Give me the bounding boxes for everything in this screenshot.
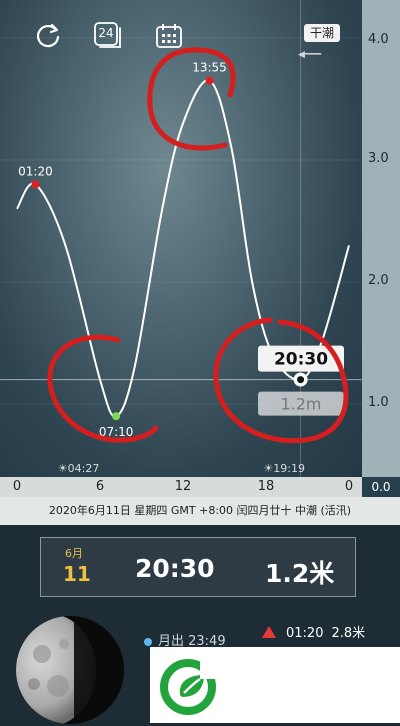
refresh-icon[interactable] [34, 22, 62, 50]
y-tick-label: 3.0 [368, 151, 389, 166]
tide-app: 01:20 07:10 13:55 20:30 1.2m ☀04:27 ☀19:19 24 [0, 0, 400, 726]
date-info-bar: 2020年6月11日 星期四 GMT +8:00 闰四月廿十 中潮 (活汛) [0, 497, 400, 525]
annotation-circle [213, 317, 349, 444]
tide-type-badge[interactable]: 干潮 [304, 24, 341, 42]
high-tide-item: 01:20 2.8米 [262, 622, 365, 641]
info-height: 1.2米 [265, 559, 335, 588]
x-tick-label: 12 [174, 479, 192, 494]
calendar-icon[interactable] [155, 22, 183, 50]
y-tick-label: 2.0 [368, 273, 389, 288]
x-tick-label: 0 [12, 479, 22, 494]
day24-button[interactable]: 24 [94, 22, 122, 50]
cursor-time-label: 20:30 [274, 350, 328, 370]
info-time: 20:30 [135, 554, 215, 583]
day24-label: 24 [98, 26, 114, 40]
cursor-point-inner [297, 376, 305, 384]
logo-overlay [150, 647, 400, 723]
green-leaf-logo-icon [160, 659, 216, 715]
high-tide-height: 2.8米 [331, 626, 366, 641]
x-axis: 0 6 12 18 0 [0, 477, 362, 497]
y-tick-label: 0.0 [362, 477, 400, 497]
tide-chart[interactable]: 01:2007:1013:5520:301.2m☀04:27 ☀19:19 [0, 0, 362, 477]
sunrise-label: ☀04:27 [58, 462, 100, 475]
x-tick-label: 0 [344, 479, 354, 494]
sunset-label: ☀19:19 [263, 462, 305, 475]
extreme-marker [205, 76, 214, 85]
y-axis: 4.0 3.0 2.0 1.0 [362, 0, 400, 477]
current-tide-box: 6月 11 20:30 1.2米 [40, 537, 356, 597]
y-tick-label: 1.0 [368, 395, 389, 410]
moonrise-dot [144, 637, 152, 646]
extreme-marker [112, 412, 121, 421]
cursor-height-label: 1.2m [280, 395, 321, 414]
x-tick-label: 6 [95, 479, 105, 494]
moon-phase-icon [14, 614, 126, 726]
toolbar: 24 干潮 ◀━━━ [0, 0, 362, 70]
high-tide-icon [262, 626, 276, 638]
info-month: 6月 [65, 547, 83, 560]
extreme-time-label: 01:20 [18, 164, 53, 178]
x-tick-label: 18 [257, 479, 275, 494]
fish-icon: ◀━━━ [298, 50, 322, 60]
info-day: 11 [63, 562, 91, 586]
high-tide-time: 01:20 [286, 626, 324, 641]
extreme-marker [31, 180, 40, 189]
y-tick-label: 4.0 [368, 32, 389, 47]
